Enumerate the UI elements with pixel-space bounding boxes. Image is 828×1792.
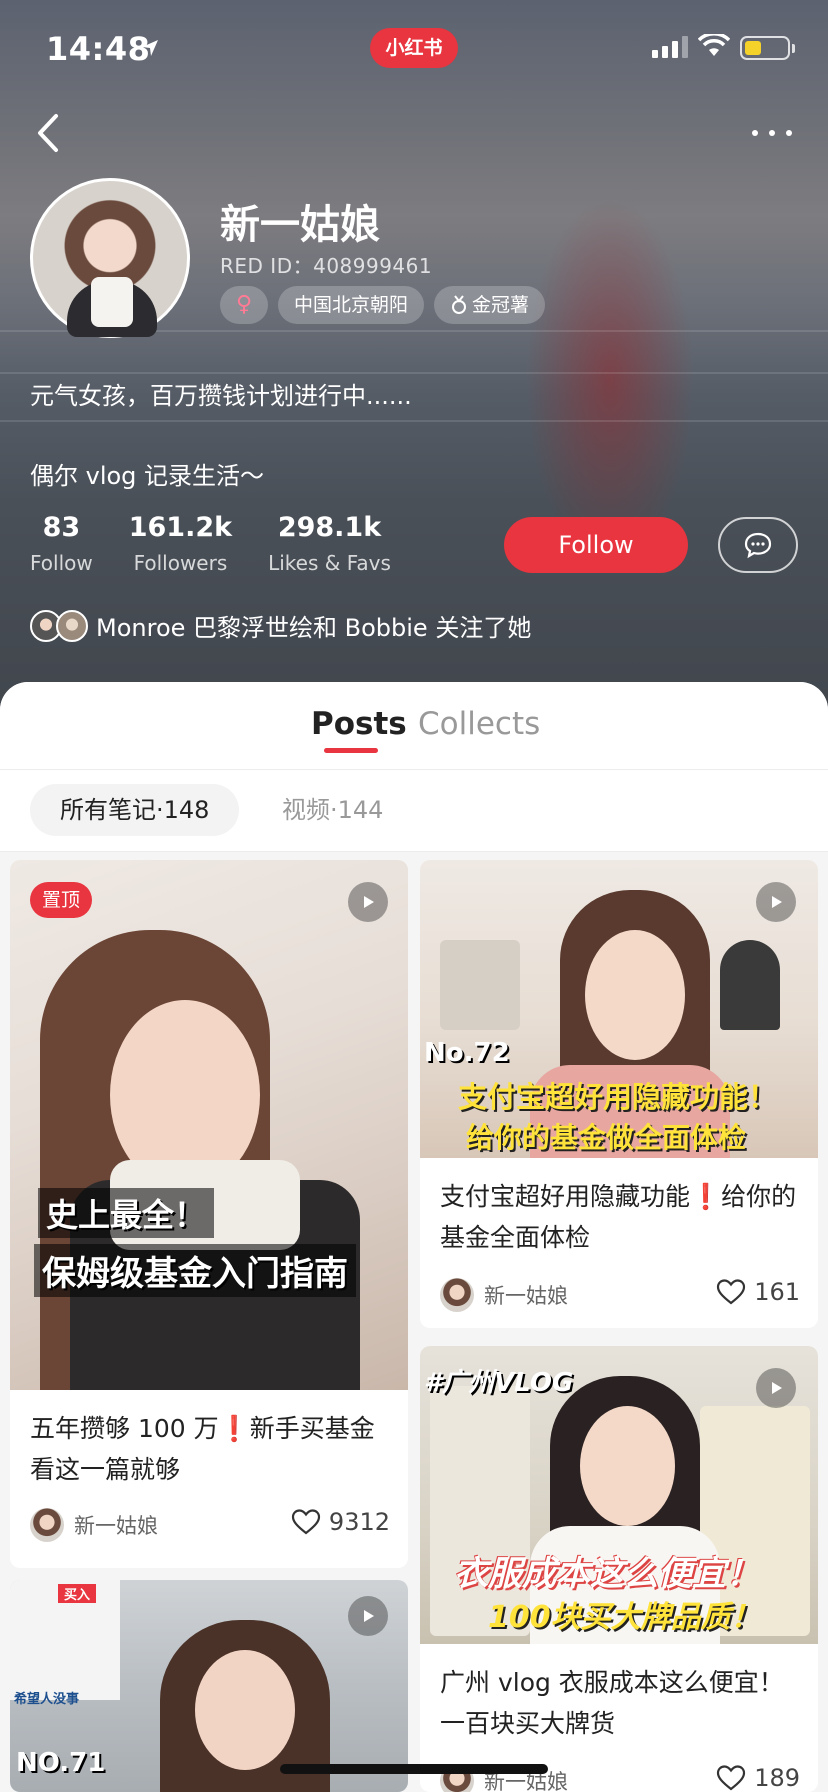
cover-overlay-text: 史上最全！ — [38, 1188, 215, 1238]
content-sheet: Posts Collects 所有笔记·148 视频·144 史上最全！ 保姆级… — [0, 682, 828, 1792]
cover-overlay-text: 买入 — [58, 1584, 97, 1603]
status-time: 14:48 — [46, 30, 151, 68]
tab-posts[interactable]: Posts — [311, 706, 407, 742]
location-arrow-icon — [142, 40, 158, 56]
post-cover-image: 买入 希望人没事 NO.71 — [10, 1580, 408, 1792]
home-indicator — [280, 1764, 548, 1774]
like-button[interactable]: 161 — [716, 1278, 800, 1306]
mutual-avatar — [56, 609, 88, 642]
follow-button[interactable]: Follow — [504, 517, 688, 573]
stat-followers[interactable]: 161.2k Followers — [129, 512, 232, 575]
filter-videos[interactable]: 视频·144 — [282, 784, 383, 836]
heart-icon — [291, 1509, 321, 1535]
avatar[interactable] — [30, 178, 190, 338]
bio-line: 元气女孩，百万攒钱计划进行中...... — [30, 382, 412, 410]
cover-overlay-text: 100块买大牌品质！ — [488, 1600, 761, 1635]
video-play-icon — [348, 1596, 388, 1636]
filter-bar: 所有笔记·148 视频·144 — [0, 770, 828, 852]
post-cover-image: 史上最全！ 保姆级基金入门指南 置顶 — [10, 860, 408, 1390]
post-cover-image: #广州VLOG 衣服成本这么便宜！ 100块买大牌品质！ — [420, 1346, 818, 1644]
post-card[interactable]: 史上最全！ 保姆级基金入门指南 置顶 五年攒够 100 万❗️新手买基金看这一篇… — [10, 860, 408, 1568]
pinned-badge: 置顶 — [30, 882, 93, 918]
level-badge-tag[interactable]: 金冠薯 — [434, 286, 546, 324]
back-button[interactable] — [30, 110, 70, 156]
like-button[interactable]: 9312 — [291, 1508, 390, 1536]
post-author[interactable]: 新一姑娘 — [440, 1278, 568, 1312]
red-id: RED ID：408999461 — [220, 254, 433, 278]
cellular-signal-icon — [652, 36, 688, 58]
more-options-button[interactable] — [748, 120, 796, 146]
post-title: 五年攒够 100 万❗️新手买基金看这一篇就够 — [30, 1414, 375, 1484]
cover-overlay-text: 支付宝超好用隐藏功能！ — [458, 1080, 778, 1114]
cover-overlay-text: 希望人没事 — [14, 1692, 80, 1707]
active-tab-indicator — [324, 748, 378, 753]
bio-line: 偶尔 vlog 记录生活～ — [30, 462, 265, 490]
profile-header: 14:48 小红书 新一姑娘 RED ID：408999461 ♀ 中国北京朝阳… — [0, 0, 828, 720]
location-tag: 中国北京朝阳 — [278, 286, 425, 324]
author-avatar — [440, 1278, 474, 1312]
tab-bar: Posts Collects — [0, 682, 828, 770]
cover-overlay-text: 衣服成本这么便宜！ — [454, 1554, 760, 1594]
chat-bubble-icon — [744, 532, 772, 559]
author-avatar — [30, 1508, 64, 1542]
profile-tags: ♀ 中国北京朝阳 金冠薯 — [220, 286, 546, 324]
post-author[interactable]: 新一姑娘 — [30, 1508, 158, 1542]
wifi-icon — [698, 34, 730, 56]
heart-icon — [717, 1279, 746, 1305]
message-button[interactable] — [718, 517, 798, 573]
app-badge: 小红书 — [370, 28, 458, 68]
profile-stats: 83 Follow 161.2k Followers 298.1k Likes … — [30, 512, 391, 575]
profile-name: 新一姑娘 — [220, 202, 380, 248]
background-sea-line — [0, 420, 828, 422]
tab-collects[interactable]: Collects — [418, 706, 540, 742]
filter-all-notes[interactable]: 所有笔记·148 — [30, 784, 240, 836]
battery-icon — [740, 36, 790, 60]
medal-icon — [452, 295, 467, 314]
cover-overlay-text: No.72 — [424, 1038, 510, 1068]
female-icon: ♀ — [235, 292, 253, 317]
cover-overlay-text: #广州VLOG — [424, 1368, 574, 1398]
post-card[interactable]: 买入 希望人没事 NO.71 — [10, 1580, 408, 1792]
like-button[interactable]: 189 — [716, 1764, 800, 1792]
post-title: 广州 vlog 衣服成本这么便宜！一百块买大牌货 — [440, 1668, 784, 1738]
video-play-icon — [348, 882, 388, 922]
post-cover-image: No.72 支付宝超好用隐藏功能！ 给你的基金做全面体检 — [420, 860, 818, 1158]
post-title: 支付宝超好用隐藏功能❗️给你的基金全面体检 — [440, 1182, 797, 1252]
stat-likes-favs[interactable]: 298.1k Likes & Favs — [268, 512, 391, 575]
cover-overlay-text: 保姆级基金入门指南 — [34, 1244, 356, 1297]
status-bar: 14:48 小红书 — [0, 28, 828, 72]
video-play-icon — [756, 1368, 796, 1408]
battery-tip — [792, 44, 795, 53]
video-play-icon — [756, 882, 796, 922]
post-card[interactable]: #广州VLOG 衣服成本这么便宜！ 100块买大牌品质！ 广州 vlog 衣服成… — [420, 1346, 818, 1792]
cover-overlay-text: 给你的基金做全面体检 — [466, 1121, 747, 1154]
mutual-followers[interactable]: Monroe 巴黎浮世绘和 Bobbie 关注了她 — [30, 608, 531, 643]
background-sea-line — [0, 372, 828, 374]
cover-overlay-text: NO.71 — [16, 1748, 106, 1778]
stat-follow[interactable]: 83 Follow — [30, 512, 93, 575]
heart-icon — [717, 1765, 746, 1791]
gender-tag: ♀ — [220, 286, 268, 324]
post-card[interactable]: No.72 支付宝超好用隐藏功能！ 给你的基金做全面体检 支付宝超好用隐藏功能❗… — [420, 860, 818, 1328]
